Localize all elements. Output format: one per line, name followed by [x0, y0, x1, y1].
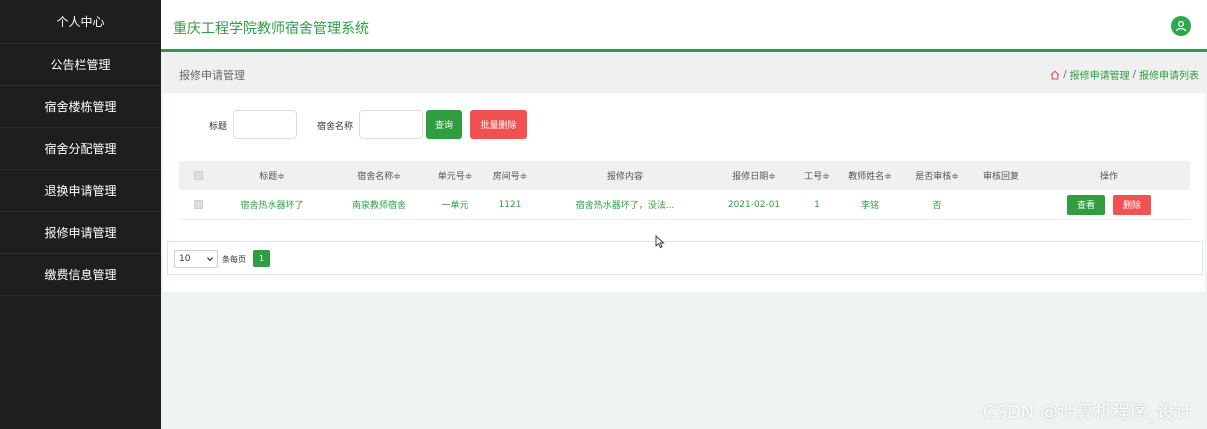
cell-reviewed: 否: [932, 201, 942, 211]
column-header-title[interactable]: 标题≑: [227, 161, 317, 190]
chevron-down-icon: [207, 257, 213, 262]
dorm-name-input[interactable]: [359, 110, 423, 139]
dorm-name-label: 宿舍名称: [317, 122, 354, 132]
pagination: 10 条每页 1: [167, 241, 1203, 275]
cell-job-no: 1: [814, 199, 820, 210]
column-header-reply: 审核回复: [982, 172, 1019, 182]
cell-date: 2021-02-01: [727, 199, 781, 210]
sidebar-item-label: 公告栏管理: [50, 58, 111, 72]
column-header-actions: 操作: [1099, 172, 1118, 182]
table-header: 标题≑ 宿舍名称≑ 单元号≑ 房间号≑ 报修内容 报修日期≑ 工号≑ 教师姓名≑…: [179, 161, 1190, 190]
title-input[interactable]: [233, 110, 297, 139]
breadcrumb-separator: /: [1063, 69, 1067, 80]
sidebar-item-label: 退换申请管理: [44, 184, 117, 198]
column-header-teacher[interactable]: 教师姓名≑: [835, 161, 905, 190]
breadcrumb-bar: 报修申请管理 / 报修申请管理 / 报修申请列表: [163, 55, 1205, 93]
repair-table: 标题≑ 宿舍名称≑ 单元号≑ 房间号≑ 报修内容 报修日期≑ 工号≑ 教师姓名≑…: [179, 161, 1190, 220]
cell-teacher: 李铭: [860, 201, 879, 211]
cell-unit: 一单元: [441, 201, 469, 211]
title-label: 标题: [209, 122, 228, 132]
column-header-date[interactable]: 报修日期≑: [719, 161, 789, 190]
row-checkbox[interactable]: [193, 200, 203, 209]
cell-reply: [973, 190, 1029, 219]
column-header-room[interactable]: 房间号≑: [480, 161, 540, 190]
page-title: 报修申请管理: [179, 69, 245, 82]
sidebar-item-label: 缴费信息管理: [44, 268, 117, 282]
user-icon: [1175, 20, 1187, 32]
view-button[interactable]: 查看: [1067, 194, 1105, 215]
column-header-unit[interactable]: 单元号≑: [425, 161, 485, 190]
breadcrumb-item-repair-list[interactable]: 报修申请列表: [1139, 67, 1199, 82]
page-size-value: 10: [179, 254, 191, 264]
main-content: 标题 宿舍名称 查询 批量删除 标题≑ 宿舍名称≑ 单元号≑ 房间号≑ 报修内容…: [163, 93, 1205, 292]
column-header-job-no[interactable]: 工号≑: [797, 161, 837, 190]
cell-room: 1121: [498, 199, 522, 210]
delete-button[interactable]: 删除: [1113, 194, 1151, 215]
page-size-select[interactable]: 10: [174, 250, 218, 268]
sidebar-item-exchange-request[interactable]: 退换申请管理: [0, 170, 161, 212]
cell-actions: 查看 删除: [1053, 190, 1165, 219]
table-row: 宿舍热水器坏了 南泉教师宿舍 一单元 1121 宿舍热水器坏了，没法... 20…: [179, 190, 1190, 220]
per-page-label: 条每页: [222, 255, 246, 264]
sidebar-item-notice-board[interactable]: 公告栏管理: [0, 44, 161, 86]
sidebar-item-dorm-allocation[interactable]: 宿舍分配管理: [0, 128, 161, 170]
column-header-dorm[interactable]: 宿舍名称≑: [334, 161, 424, 190]
cell-dorm: 南泉教师宿舍: [351, 201, 406, 211]
home-icon[interactable]: [1050, 69, 1060, 80]
sidebar-item-payment-info[interactable]: 缴费信息管理: [0, 254, 161, 296]
sidebar-item-label: 宿舍分配管理: [44, 142, 117, 156]
watermark: CSDN @计算机程序_设计: [982, 402, 1193, 423]
query-button[interactable]: 查询: [426, 110, 462, 139]
page-number-current[interactable]: 1: [253, 250, 270, 267]
app-title: 重庆工程学院教师宿舍管理系统: [173, 21, 369, 37]
sidebar: 个人中心 公告栏管理 宿舍楼栋管理 宿舍分配管理 退换申请管理 报修申请管理 缴…: [0, 0, 161, 429]
select-all-checkbox[interactable]: [193, 171, 203, 180]
sidebar-item-label: 报修申请管理: [44, 226, 117, 240]
breadcrumb: / 报修申请管理 / 报修申请列表: [1050, 67, 1199, 82]
cell-title: 宿舍热水器坏了: [240, 201, 304, 211]
batch-delete-button[interactable]: 批量删除: [470, 110, 527, 139]
header: 重庆工程学院教师宿舍管理系统: [161, 0, 1207, 52]
sidebar-item-dorm-building[interactable]: 宿舍楼栋管理: [0, 86, 161, 128]
sidebar-item-personal-center[interactable]: 个人中心: [0, 0, 161, 44]
sidebar-item-label: 宿舍楼栋管理: [44, 100, 117, 114]
breadcrumb-item-repair-management[interactable]: 报修申请管理: [1070, 67, 1130, 82]
column-header-content: 报修内容: [606, 172, 643, 182]
breadcrumb-separator: /: [1132, 69, 1136, 80]
cell-content: 宿舍热水器坏了，没法...: [575, 201, 675, 211]
search-form: 标题 宿舍名称 查询 批量删除: [163, 110, 1205, 140]
column-header-reviewed[interactable]: 是否审核≑: [905, 161, 969, 190]
user-avatar-icon[interactable]: [1171, 16, 1191, 36]
sidebar-item-repair-request[interactable]: 报修申请管理: [0, 212, 161, 254]
sidebar-item-label: 个人中心: [56, 15, 105, 29]
mouse-cursor-icon: [655, 235, 665, 249]
